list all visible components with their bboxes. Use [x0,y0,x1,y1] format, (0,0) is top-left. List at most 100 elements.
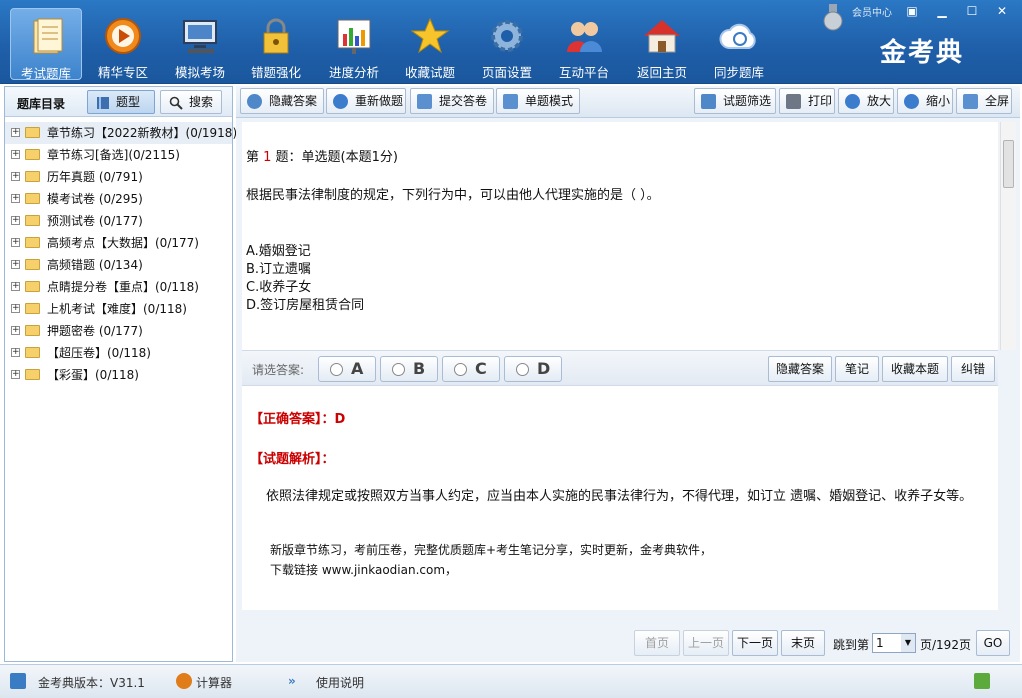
calculator-link[interactable]: 计算器 [196,674,232,691]
folder-icon [25,149,40,160]
choice-letter: D [537,359,551,378]
report-error-button[interactable]: 纠错 [951,356,995,382]
home-icon [642,16,682,56]
fullscreen-button[interactable]: 全屏 [956,88,1012,114]
tree-item-label: 高频错题 (0/134) [47,258,143,272]
nav-label: 互动平台 [558,65,609,80]
answer-bar: 请选答案: A B C D 隐藏答案 笔记 收藏本题 纠错 [242,350,998,386]
option-b: B.订立遗嘱 [246,262,312,277]
tree-item[interactable]: + 【彩蛋】(0/118) [5,364,232,386]
expand-icon[interactable]: + [11,370,20,379]
close-icon[interactable]: ✕ [988,2,1016,20]
expand-icon[interactable]: + [11,348,20,357]
correct-answer-label: 【正确答案】： [250,412,335,427]
zoom-out-button[interactable]: 缩小 [897,88,953,114]
member-center-link[interactable]: 会员中心 [852,4,892,19]
type-button[interactable]: 题型 [87,90,155,114]
nav-home[interactable]: 返回主页 [626,8,698,80]
choice-c[interactable]: C [442,356,500,382]
zoom-in-button[interactable]: 放大 [838,88,894,114]
app-logo: 金考典 [880,38,965,68]
nav-label: 同步题库 [713,65,764,80]
expand-icon[interactable]: + [11,282,20,291]
app-icon [10,673,26,689]
expand-icon[interactable]: + [11,238,20,247]
tree-item-label: 【彩蛋】(0/118) [47,368,139,382]
manual-link[interactable]: 使用说明 [316,674,364,691]
first-page-button[interactable]: 首页 [634,630,680,656]
folder-icon [25,215,40,226]
nav-page-settings[interactable]: 页面设置 [471,8,543,80]
redo-button[interactable]: 重新做题 [326,88,406,114]
folder-icon [25,259,40,270]
tree-item[interactable]: + 章节练习【2022新教材】(0/1918) [5,122,237,144]
next-page-button[interactable]: 下一页 [732,630,778,656]
favorite-button[interactable]: 收藏本题 [882,356,948,382]
fullscreen-label: 全屏 [985,94,1010,108]
question-text: 根据民事法律制度的规定，下列行为中，可以由他人代理实施的是（ ）。 [246,188,660,203]
tree-item[interactable]: + 点睛提分卷【重点】(0/118) [5,276,232,298]
print-button[interactable]: 打印 [779,88,835,114]
zoom-in-label: 放大 [867,94,892,108]
tree-item[interactable]: + 高频错题 (0/134) [5,254,232,276]
medal-icon[interactable] [822,4,844,32]
hide-answer-small-button[interactable]: 隐藏答案 [768,356,832,382]
nav-wrong-questions[interactable]: 错题强化 [240,8,312,80]
expand-icon[interactable]: + [11,128,20,137]
nav-progress-analysis[interactable]: 进度分析 [318,8,390,80]
choice-letter: A [351,359,364,378]
search-button[interactable]: 搜索 [160,90,222,114]
question-area: 第 1 题：单选题(本题1分) 根据民事法律制度的规定，下列行为中，可以由他人代… [242,122,998,350]
maximize-icon[interactable]: ☐ [958,2,986,20]
expand-icon[interactable]: + [11,194,20,203]
total-pages: 页/192页 [920,638,971,652]
stats-icon[interactable] [974,673,990,689]
tree-item[interactable]: + 上机考试【难度】(0/118) [5,298,232,320]
tree-item[interactable]: + 预测试卷 (0/177) [5,210,232,232]
submit-button[interactable]: 提交答卷 [410,88,494,114]
nav-highlights[interactable]: 精华专区 [87,8,159,80]
choice-d[interactable]: D [504,356,562,382]
folder-icon [25,127,40,138]
choice-b[interactable]: B [380,356,438,382]
hide-answer-button[interactable]: 隐藏答案 [240,88,324,114]
scrollbar-thumb[interactable] [1003,140,1014,188]
gear-icon [487,16,527,56]
nav-interactive-platform[interactable]: 互动平台 [548,8,620,80]
page-select[interactable]: 1 ▼ [872,633,916,653]
note-button[interactable]: 笔记 [835,356,879,382]
nav-sync-bank[interactable]: 同步题库 [703,8,775,80]
nav-mock-exam[interactable]: 模拟考场 [164,8,236,80]
tree-item-label: 押题密卷 (0/177) [47,324,143,338]
filter-button[interactable]: 试题筛选 [694,88,776,114]
nav-question-bank[interactable]: 考试题库 [10,8,82,81]
go-button[interactable]: GO [976,630,1010,656]
tree-item[interactable]: + 押题密卷 (0/177) [5,320,232,342]
tree-item[interactable]: + 历年真题 (0/791) [5,166,232,188]
expand-icon[interactable]: + [11,216,20,225]
expand-icon[interactable]: + [11,172,20,181]
folder-icon [25,303,40,314]
minimize-icon[interactable]: ▁ [928,2,956,20]
expand-icon[interactable]: + [11,304,20,313]
tree-item[interactable]: + 模考试卷 (0/295) [5,188,232,210]
play-icon [103,16,143,56]
tree-item[interactable]: + 章节练习[备选](0/2115) [5,144,232,166]
tree-item[interactable]: + 【超压卷】(0/118) [5,342,232,364]
restore-icon[interactable]: ▣ [898,2,926,20]
tree-item[interactable]: + 高频考点【大数据】(0/177) [5,232,232,254]
last-page-button[interactable]: 末页 [781,630,825,656]
refresh-icon [333,94,348,109]
left-panel: 题库目录 题型 搜索 + 章节练习【2022新教材】(0/1918) + 章节练习[备… [4,86,237,662]
pagination: 首页 上一页 下一页 末页 跳到第 1 ▼ 页/192页 GO [236,626,1020,662]
single-mode-button[interactable]: 单题模式 [496,88,580,114]
expand-icon[interactable]: + [11,150,20,159]
monitor-icon [180,16,220,56]
chevron-down-icon[interactable]: ▼ [901,634,915,652]
prev-page-button[interactable]: 上一页 [683,630,729,656]
question-scrollbar[interactable] [1000,122,1016,350]
nav-favorites[interactable]: 收藏试题 [394,8,466,80]
choice-a[interactable]: A [318,356,376,382]
expand-icon[interactable]: + [11,260,20,269]
expand-icon[interactable]: + [11,326,20,335]
